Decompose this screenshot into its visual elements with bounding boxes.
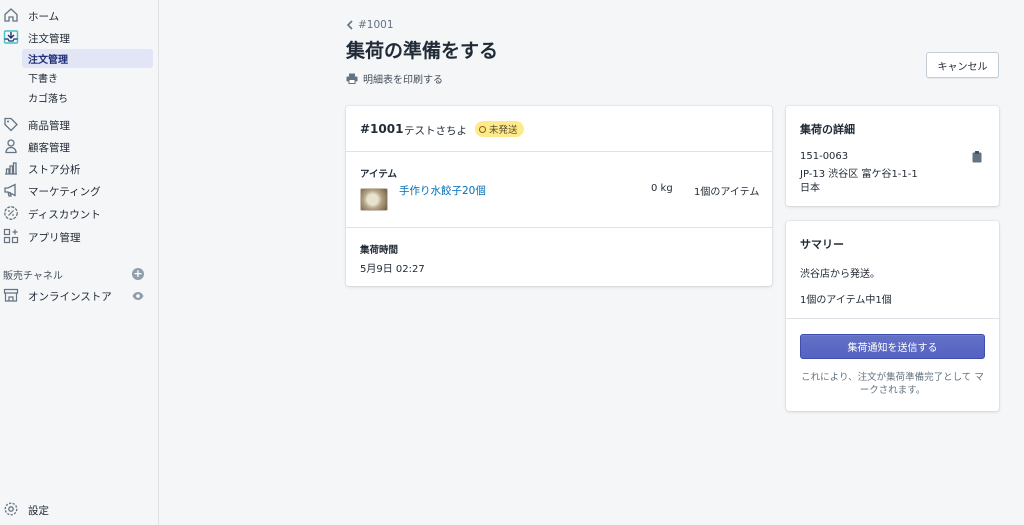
- divider: [786, 318, 999, 319]
- item-weight: 0 kg: [651, 183, 673, 194]
- sidebar-item-label: 顧客管理: [28, 141, 70, 154]
- sidebar-item-label: マーケティング: [28, 185, 101, 198]
- back-link[interactable]: #1001: [346, 19, 394, 31]
- tag-icon: [4, 117, 18, 132]
- sidebar-item-label: オンラインストア: [28, 290, 112, 303]
- sidebar-item-analytics[interactable]: ストア分析: [0, 159, 159, 179]
- status-label: 未発送: [489, 125, 518, 136]
- sidebar-item-discounts[interactable]: ディスカウント: [0, 204, 159, 224]
- sidebar-item-orders[interactable]: 注文管理: [0, 28, 159, 48]
- chevron-left-icon: [346, 20, 353, 30]
- page-title: 集荷の準備をする: [346, 40, 499, 62]
- item-quantity: 1個のアイテム: [694, 187, 760, 198]
- sidebar-item-label: 注文管理: [28, 32, 70, 45]
- sidebar-item-label: アプリ管理: [28, 231, 81, 244]
- sidebar-item-settings[interactable]: 設定: [0, 500, 159, 520]
- item-count-text: 1個のアイテム中1個: [800, 295, 892, 306]
- status-dot-icon: [479, 125, 486, 133]
- sidebar-item-marketing[interactable]: マーケティング: [0, 181, 159, 201]
- sidebar-item-customers[interactable]: 顧客管理: [0, 137, 159, 157]
- sidebar-subitem-orders[interactable]: 注文管理: [22, 49, 153, 68]
- orders-icon: [3, 30, 19, 44]
- add-channel-icon[interactable]: +: [132, 268, 144, 280]
- eye-icon[interactable]: [132, 290, 144, 302]
- store-icon: [3, 288, 19, 302]
- product-link[interactable]: 手作り水餃子20個: [399, 183, 486, 198]
- gear-icon: [4, 502, 18, 516]
- items-heading: アイテム: [360, 169, 398, 180]
- pickup-details-card: 集荷の詳細 151-0063 JP-13 渋谷区 富ケ谷1-1-1 日本: [786, 106, 999, 206]
- sidebar-subitem-drafts[interactable]: 下書き: [22, 68, 153, 87]
- send-pickup-notification-button[interactable]: 集荷通知を送信する: [800, 334, 985, 359]
- print-label: 明細表を印刷する: [363, 75, 443, 86]
- postal-code: 151-0063: [800, 151, 849, 162]
- country: 日本: [800, 183, 820, 194]
- sidebar: ホーム 注文管理 注文管理 下書き カゴ落ち 商品管理 顧客管理 ストア分析 マ…: [0, 0, 159, 525]
- customer-name: テストさちよ: [404, 125, 467, 137]
- status-badge: 未発送: [475, 121, 524, 137]
- sidebar-subitem-abandoned[interactable]: カゴ落ち: [22, 88, 153, 107]
- person-icon: [5, 139, 17, 154]
- sidebar-item-label: ストア分析: [28, 163, 81, 176]
- pickup-heading: 集荷時間: [360, 245, 399, 256]
- home-icon: [4, 8, 18, 22]
- print-packing-slip-link[interactable]: 明細表を印刷する: [346, 71, 443, 86]
- divider: [346, 227, 772, 228]
- sidebar-item-label: ディスカウント: [28, 208, 101, 221]
- pickup-details-heading: 集荷の詳細: [800, 123, 855, 136]
- apps-icon: [3, 228, 19, 244]
- ship-from-text: 渋谷店から発送。: [800, 269, 880, 280]
- megaphone-icon: [4, 183, 16, 197]
- summary-note: これにより、注文が集荷準備完了として マークされます。: [801, 372, 984, 396]
- sales-channels-header: 販売チャネル +: [3, 266, 153, 282]
- bar-chart-icon: [5, 162, 17, 175]
- summary-card: サマリー 渋谷店から発送。 1個のアイテム中1個 集荷通知を送信する これにより…: [786, 221, 999, 411]
- divider: [346, 151, 772, 152]
- back-label: #1001: [358, 19, 394, 31]
- discount-icon: [4, 206, 18, 220]
- sidebar-item-products[interactable]: 商品管理: [0, 115, 159, 135]
- product-thumbnail: [360, 188, 388, 211]
- order-card: #1001 テストさちよ 未発送 アイテム 手作り水餃子20個 0 kg 1個の…: [346, 106, 772, 286]
- summary-heading: サマリー: [800, 238, 844, 251]
- sidebar-item-label: 商品管理: [28, 119, 70, 132]
- order-number: #1001: [360, 122, 404, 136]
- clipboard-icon[interactable]: [972, 151, 982, 163]
- cancel-button[interactable]: キャンセル: [926, 52, 999, 78]
- sidebar-item-label: ホーム: [28, 10, 60, 23]
- sales-channels-label: 販売チャネル: [3, 270, 63, 282]
- address-line: JP-13 渋谷区 富ケ谷1-1-1: [800, 169, 918, 180]
- sidebar-item-home[interactable]: ホーム: [0, 6, 159, 26]
- pickup-time: 5月9日 02:27: [360, 264, 425, 275]
- sidebar-item-label: 設定: [28, 504, 49, 517]
- sidebar-item-apps[interactable]: アプリ管理: [0, 227, 159, 247]
- printer-icon: [346, 73, 358, 84]
- sidebar-item-online-store[interactable]: オンラインストア: [0, 286, 159, 306]
